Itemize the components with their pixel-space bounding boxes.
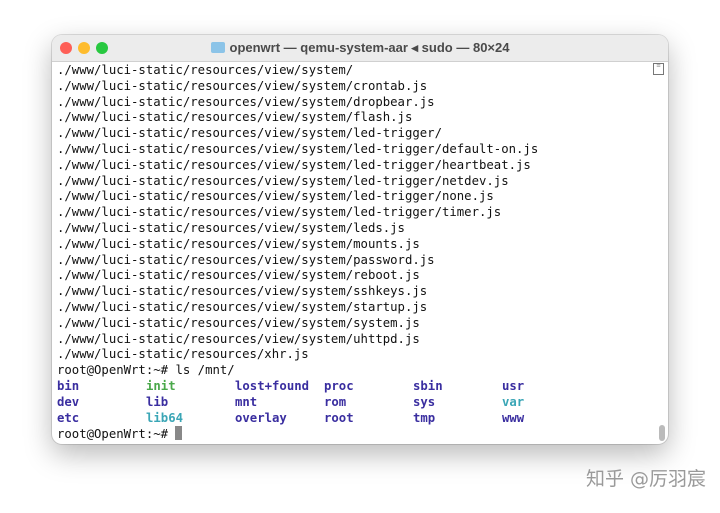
ls-entry: rom: [324, 394, 347, 409]
terminal-output[interactable]: ./www/luci-static/resources/view/system/…: [57, 63, 591, 442]
window-title: openwrt — qemu-system-aar ◂ sudo — 80×24: [52, 40, 668, 56]
ls-entry: www: [502, 410, 525, 425]
output-line: ./www/luci-static/resources/view/system/…: [57, 141, 539, 156]
ls-entry: lib: [146, 394, 169, 409]
folder-icon: [210, 42, 225, 53]
output-line: ./www/luci-static/resources/view/system/…: [57, 315, 420, 330]
command-line: root@OpenWrt:~# ls /mnt/: [57, 363, 235, 378]
ls-entry: root: [324, 410, 354, 425]
scrollback-menu-icon[interactable]: ≡: [653, 62, 664, 75]
output-line: ./www/luci-static/resources/view/system/…: [57, 78, 428, 93]
cursor: [175, 426, 183, 441]
output-line: ./www/luci-static/resources/view/system/…: [57, 331, 420, 346]
ls-entry: usr: [502, 378, 525, 393]
title-bar: openwrt — qemu-system-aar ◂ sudo — 80×24: [52, 35, 668, 62]
ls-entry: mnt: [235, 394, 258, 409]
ls-entry: etc: [57, 410, 80, 425]
ls-entry: var: [502, 394, 525, 409]
output-line: ./www/luci-static/resources/view/system/: [57, 63, 354, 77]
ls-entry: init: [146, 378, 176, 393]
prompt-line[interactable]: root@OpenWrt:~#: [57, 426, 591, 442]
output-line: ./www/luci-static/resources/view/system/…: [57, 173, 509, 188]
terminal-window: openwrt — qemu-system-aar ◂ sudo — 80×24…: [52, 35, 668, 444]
output-line: ./www/luci-static/resources/view/system/…: [57, 284, 428, 299]
window-title-text: openwrt — qemu-system-aar ◂ sudo — 80×24: [229, 40, 510, 55]
output-line: ./www/luci-static/resources/xhr.js: [57, 347, 309, 362]
ls-entry: proc: [324, 378, 354, 393]
ls-entry: lib64: [146, 410, 184, 425]
ls-entry: dev: [57, 394, 80, 409]
scrollbar[interactable]: [659, 425, 665, 441]
prompt: root@OpenWrt:~#: [57, 427, 176, 442]
ls-entry: overlay: [235, 410, 287, 425]
watermark: 知乎 @厉羽宸: [585, 468, 706, 490]
ls-entry: tmp: [413, 410, 436, 425]
output-line: ./www/luci-static/resources/view/system/…: [57, 110, 413, 125]
ls-output: bin init lost+found proc sbin usr dev lib mnt rom…: [57, 379, 591, 426]
output-line: ./www/luci-static/resources/view/system/…: [57, 236, 420, 251]
output-line: ./www/luci-static/resources/view/system/…: [57, 189, 494, 204]
output-line: ./www/luci-static/resources/view/system/…: [57, 94, 435, 109]
output-line: ./www/luci-static/resources/view/system/…: [57, 205, 502, 220]
output-line: ./www/luci-static/resources/view/system/…: [57, 126, 442, 141]
output-line: ./www/luci-static/resources/view/system/…: [57, 220, 405, 235]
output-line: ./www/luci-static/resources/view/system/…: [57, 299, 428, 314]
ls-entry: sys: [413, 394, 436, 409]
output-line: ./www/luci-static/resources/view/system/…: [57, 268, 420, 283]
ls-entry: sbin: [413, 378, 443, 393]
ls-entry: lost+found: [235, 378, 310, 393]
ls-entry: bin: [57, 378, 80, 393]
output-line: ./www/luci-static/resources/view/system/…: [57, 157, 531, 172]
output-line: ./www/luci-static/resources/view/system/…: [57, 252, 435, 267]
